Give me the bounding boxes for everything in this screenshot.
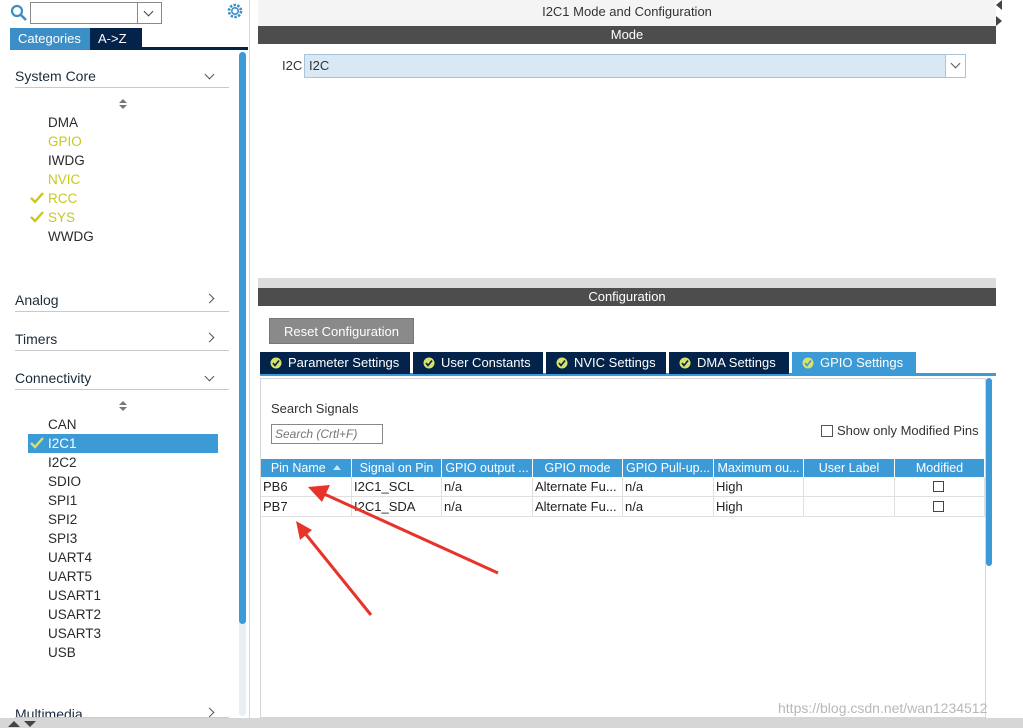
watermark: https://blog.csdn.net/wan1234512 [778, 700, 988, 716]
annotation-arrow-icon [296, 521, 373, 616]
annotation-arrow-icon [308, 485, 499, 575]
annotation-arrows [296, 485, 499, 616]
